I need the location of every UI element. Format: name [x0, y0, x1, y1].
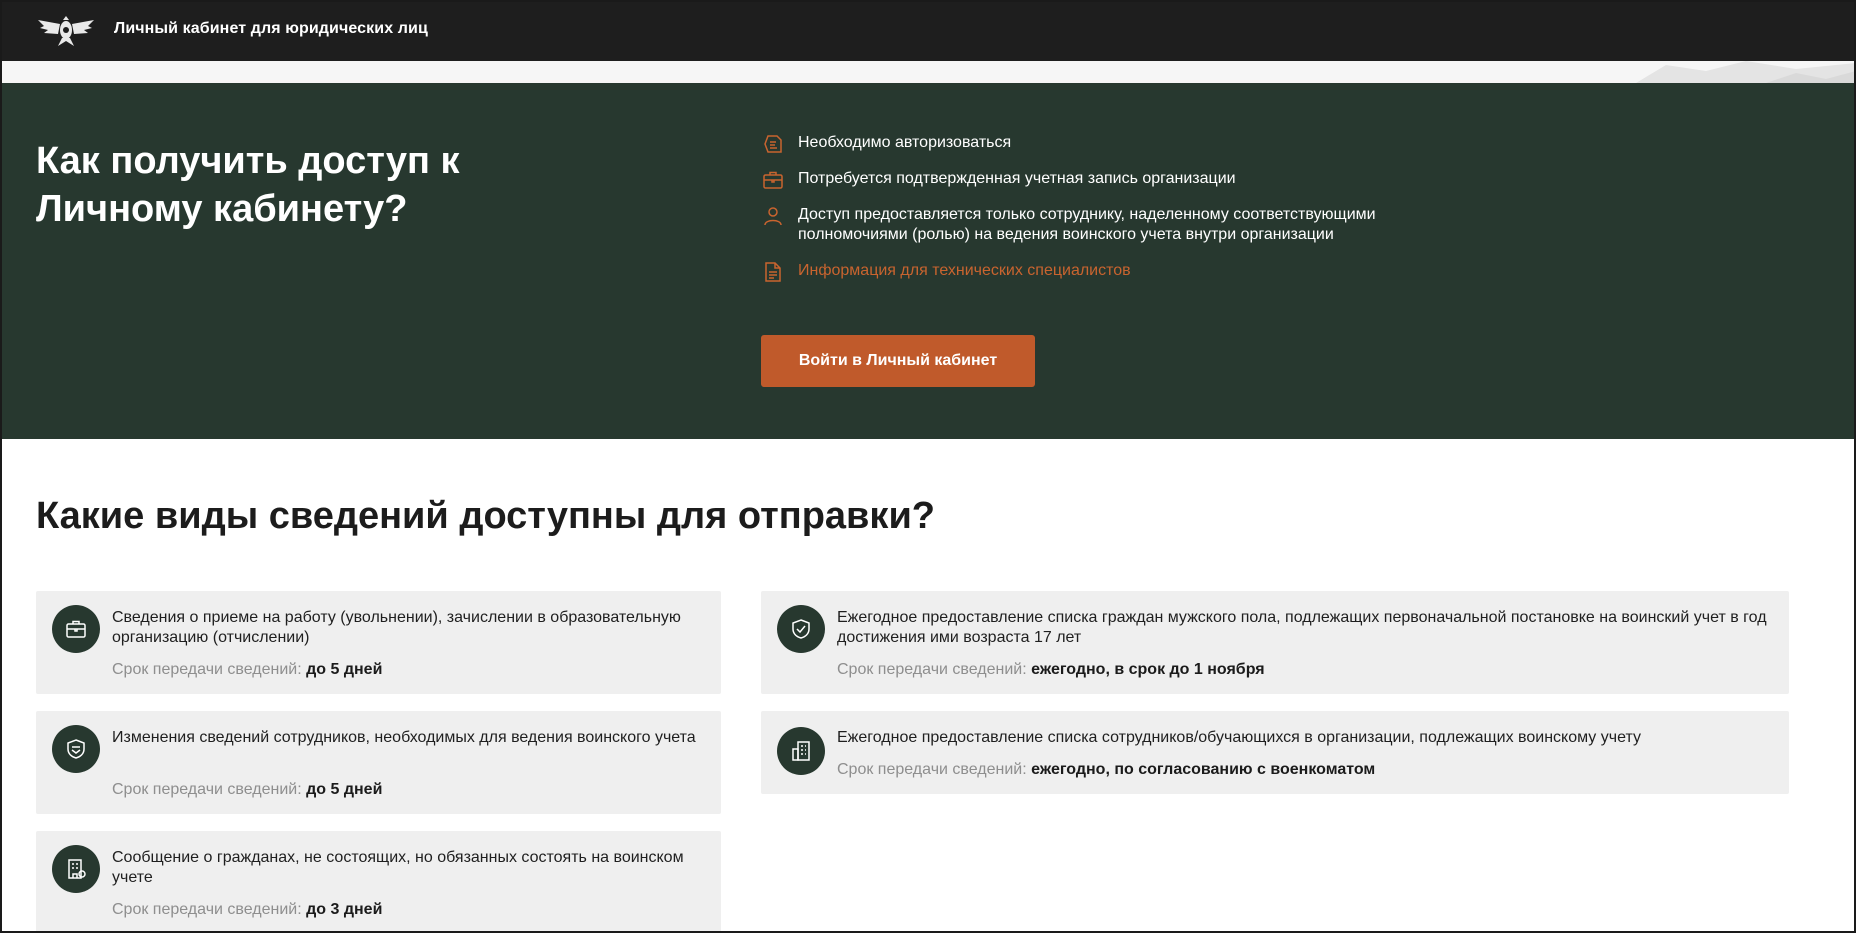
top-bar: Личный кабинет для юридических лиц	[0, 0, 1856, 61]
card-text: Сведения о приеме на работу (увольнении)…	[112, 609, 681, 646]
term-value: ежегодно, в срок до 1 ноября	[1031, 661, 1265, 678]
document-icon	[765, 262, 781, 282]
office-building-icon	[792, 741, 810, 761]
card-term: Срок передачи сведений: до 5 дней	[112, 780, 382, 800]
requirement-item: Потребуется подтвержденная учетная запис…	[760, 169, 1400, 189]
decorative-stripe	[0, 61, 1856, 83]
card-text: Ежегодное предоставление списка сотрудни…	[837, 729, 1641, 746]
term-value: ежегодно, по согласованию с военкоматом	[1031, 761, 1376, 778]
card-text: Ежегодное предоставление списка граждан …	[837, 609, 1767, 646]
info-card: Сведения о приеме на работу (увольнении)…	[36, 591, 721, 694]
card-icon-circle	[777, 605, 825, 653]
requirements-list: Необходимо авторизоваться Потребуется по…	[760, 133, 1400, 297]
card-icon-circle	[777, 727, 825, 775]
shield-edit-icon	[67, 739, 85, 759]
info-card: Сообщение о гражданах, не состоящих, но …	[36, 831, 721, 933]
term-label: Срок передачи сведений:	[112, 781, 302, 798]
card-term: Срок передачи сведений: до 5 дней	[112, 660, 382, 680]
emblem-eagle-icon[interactable]	[36, 10, 96, 50]
requirement-item: Необходимо авторизоваться	[760, 133, 1400, 153]
info-card: Ежегодное предоставление списка сотрудни…	[761, 711, 1789, 794]
term-value: до 5 дней	[306, 661, 383, 678]
requirement-text: Необходимо авторизоваться	[798, 134, 1012, 151]
requirement-item: Доступ предоставляется только сотруднику…	[760, 205, 1400, 245]
decorative-pattern-icon	[1636, 61, 1856, 83]
info-card: Ежегодное предоставление списка граждан …	[761, 591, 1789, 694]
term-label: Срок передачи сведений:	[112, 901, 302, 918]
tech-info-link[interactable]: Информация для технических специалистов	[760, 261, 1400, 282]
term-label: Срок передачи сведений:	[837, 661, 1027, 678]
briefcase-icon	[66, 620, 86, 638]
header-title[interactable]: Личный кабинет для юридических лиц	[114, 20, 428, 38]
info-types-heading: Какие виды сведений доступны для отправк…	[36, 495, 936, 537]
briefcase-icon	[763, 171, 783, 189]
term-value: до 3 дней	[306, 901, 383, 918]
requirement-text: Потребуется подтвержденная учетная запис…	[798, 170, 1236, 187]
building-document-icon	[68, 859, 86, 879]
term-value: до 5 дней	[306, 781, 383, 798]
term-label: Срок передачи сведений:	[112, 661, 302, 678]
card-term: Срок передачи сведений: ежегодно, в срок…	[837, 660, 1265, 680]
info-card: Изменения сведений сотрудников, необходи…	[36, 711, 721, 814]
shield-check-icon	[792, 619, 810, 639]
access-info-section: Как получить доступ к Личному кабинету? …	[0, 83, 1856, 439]
card-icon-circle	[52, 725, 100, 773]
person-icon	[764, 207, 782, 226]
card-term: Срок передачи сведений: до 3 дней	[112, 900, 382, 920]
card-icon-circle	[52, 605, 100, 653]
login-button[interactable]: Войти в Личный кабинет	[761, 335, 1035, 387]
card-text: Сообщение о гражданах, не состоящих, но …	[112, 849, 684, 886]
card-text: Изменения сведений сотрудников, необходи…	[112, 729, 696, 746]
authorization-icon	[764, 135, 782, 153]
term-label: Срок передачи сведений:	[837, 761, 1027, 778]
access-heading: Как получить доступ к Личному кабинету?	[36, 140, 460, 230]
card-icon-circle	[52, 845, 100, 893]
tech-info-link-text[interactable]: Информация для технических специалистов	[798, 262, 1131, 279]
card-term: Срок передачи сведений: ежегодно, по сог…	[837, 760, 1375, 780]
requirement-text: Доступ предоставляется только сотруднику…	[798, 206, 1376, 243]
